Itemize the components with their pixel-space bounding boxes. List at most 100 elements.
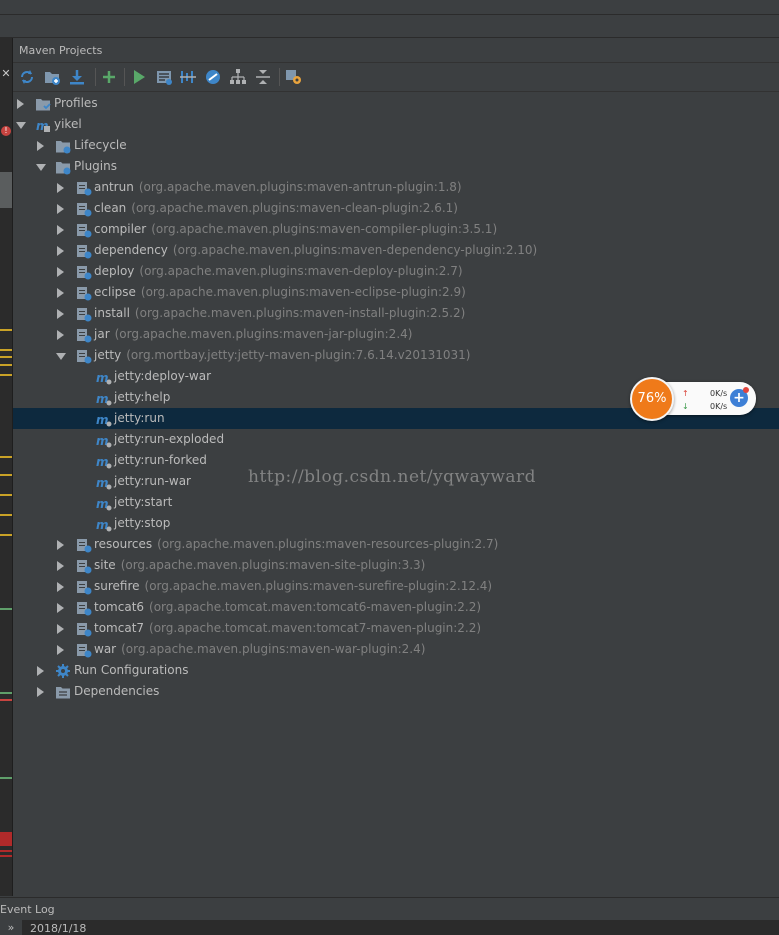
- plugin-node[interactable]: clean (org.apache.maven.plugins:maven-cle…: [13, 198, 779, 219]
- download-arrow-icon: ↓: [682, 402, 689, 411]
- expand-arrow-icon[interactable]: [57, 603, 64, 613]
- plugin-icon: [76, 621, 92, 637]
- tree-node-dependencies[interactable]: Dependencies: [13, 681, 779, 702]
- expand-button[interactable]: »: [0, 920, 22, 935]
- plugin-node[interactable]: eclipse (org.apache.maven.plugins:maven-e…: [13, 282, 779, 303]
- reimport-icon[interactable]: [18, 68, 36, 86]
- collapse-all-icon[interactable]: [254, 68, 272, 86]
- upload-speed: 0K/s: [710, 389, 728, 398]
- skip-tests-icon[interactable]: [204, 68, 222, 86]
- plugin-node-jetty[interactable]: jetty (org.mortbay.jetty:jetty-maven-plug…: [13, 345, 779, 366]
- network-speed-widget[interactable]: 76% ↑ 0K/s ↓ 0K/s +: [630, 377, 756, 421]
- close-icon[interactable]: ✕: [0, 67, 12, 81]
- maven-project-tree: Profiles m yikel Lifecycle Plugins antru…: [13, 93, 779, 896]
- expand-arrow-icon[interactable]: [57, 330, 64, 340]
- plugin-coordinates: (org.apache.maven.plugins:maven-site-plu…: [120, 558, 426, 572]
- event-log-title: Event Log: [0, 903, 55, 916]
- tree-node-plugins[interactable]: Plugins: [13, 156, 779, 177]
- execute-goal-icon[interactable]: [155, 68, 173, 86]
- svg-text:m: m: [96, 518, 109, 532]
- event-log-header[interactable]: Event Log: [0, 897, 779, 920]
- tree-node-run-configurations[interactable]: Run Configurations: [13, 660, 779, 681]
- collapse-arrow-icon[interactable]: [16, 122, 26, 129]
- error-icon: !: [1, 126, 11, 136]
- plugin-icon: [76, 348, 92, 364]
- goal-node[interactable]: m jetty:stop: [13, 513, 779, 534]
- collapse-arrow-icon[interactable]: [36, 164, 46, 171]
- tree-node-lifecycle[interactable]: Lifecycle: [13, 135, 779, 156]
- collapse-arrow-icon[interactable]: [56, 353, 66, 360]
- expand-arrow-icon[interactable]: [57, 540, 64, 550]
- expand-arrow-icon[interactable]: [57, 624, 64, 634]
- plugin-node[interactable]: antrun (org.apache.maven.plugins:maven-an…: [13, 177, 779, 198]
- goal-label: jetty:start: [114, 495, 173, 509]
- maven-projects-header: Maven Projects: [13, 38, 779, 63]
- plugin-node[interactable]: tomcat7 (org.apache.tomcat.maven:tomcat7-…: [13, 618, 779, 639]
- expand-arrow-icon[interactable]: [37, 141, 44, 151]
- plugin-node[interactable]: jar (org.apache.maven.plugins:maven-jar-p…: [13, 324, 779, 345]
- plugin-coordinates: (org.apache.tomcat.maven:tomcat7-maven-p…: [149, 621, 482, 635]
- gutter-marker: [0, 699, 12, 701]
- plugin-node[interactable]: resources (org.apache.maven.plugins:maven…: [13, 534, 779, 555]
- toggle-offline-icon[interactable]: [179, 68, 197, 86]
- gutter-marker: [0, 608, 12, 610]
- expand-arrow-icon[interactable]: [57, 645, 64, 655]
- gutter-marker: [0, 456, 12, 458]
- plugin-icon: [76, 327, 92, 343]
- plugin-name: site: [94, 558, 116, 572]
- plugin-node[interactable]: war (org.apache.maven.plugins:maven-war-p…: [13, 639, 779, 660]
- expand-arrow-icon[interactable]: [37, 666, 44, 676]
- lifecycle-folder-icon: [55, 138, 71, 154]
- gutter-marker: [0, 474, 12, 476]
- plugin-coordinates: (org.apache.maven.plugins:maven-surefire…: [144, 579, 493, 593]
- plugin-node[interactable]: tomcat6 (org.apache.tomcat.maven:tomcat6-…: [13, 597, 779, 618]
- gutter-scroll-thumb[interactable]: [0, 172, 12, 208]
- expand-arrow-icon[interactable]: [57, 204, 64, 214]
- expand-arrow-icon[interactable]: [37, 687, 44, 697]
- plugin-name: install: [94, 306, 130, 320]
- tree-node-project[interactable]: m yikel: [13, 114, 779, 135]
- svg-text:m: m: [96, 476, 109, 490]
- plugin-node[interactable]: install (org.apache.maven.plugins:maven-i…: [13, 303, 779, 324]
- goal-node[interactable]: m jetty:run-exploded: [13, 429, 779, 450]
- plugin-icon: [76, 285, 92, 301]
- expand-arrow-icon[interactable]: [57, 288, 64, 298]
- plugin-coordinates: (org.mortbay.jetty:jetty-maven-plugin:7.…: [126, 348, 471, 362]
- maven-goal-icon: m: [96, 516, 112, 532]
- expand-arrow-icon[interactable]: [57, 267, 64, 277]
- expand-arrow-icon[interactable]: [57, 225, 64, 235]
- add-icon[interactable]: [100, 68, 118, 86]
- goal-node[interactable]: m jetty:start: [13, 492, 779, 513]
- run-icon[interactable]: [130, 68, 148, 86]
- expand-arrow-icon[interactable]: [17, 99, 24, 109]
- maven-goal-icon: m: [96, 369, 112, 385]
- svg-text:m: m: [96, 455, 109, 469]
- gutter-marker: [0, 514, 12, 516]
- plugin-node[interactable]: deploy (org.apache.maven.plugins:maven-de…: [13, 261, 779, 282]
- tree-label: Lifecycle: [74, 138, 127, 152]
- plugin-name: compiler: [94, 222, 147, 236]
- plugin-node[interactable]: site (org.apache.maven.plugins:maven-site…: [13, 555, 779, 576]
- svg-text:m: m: [96, 392, 109, 406]
- expand-arrow-icon[interactable]: [57, 183, 64, 193]
- expand-arrow-icon[interactable]: [57, 246, 64, 256]
- plugin-node[interactable]: dependency (org.apache.maven.plugins:mave…: [13, 240, 779, 261]
- plugin-icon: [76, 264, 92, 280]
- tree-label: Dependencies: [74, 684, 160, 698]
- add-maven-projects-icon[interactable]: [43, 68, 61, 86]
- tree-node-profiles[interactable]: Profiles: [13, 93, 779, 114]
- plugin-node[interactable]: surefire (org.apache.maven.plugins:maven-…: [13, 576, 779, 597]
- goal-label: jetty:run-forked: [114, 453, 207, 467]
- gutter-marker: [0, 364, 12, 366]
- memory-usage-circle[interactable]: 76%: [630, 377, 674, 421]
- settings-icon[interactable]: [285, 68, 303, 86]
- goal-label: jetty:stop: [114, 516, 171, 530]
- expand-arrow-icon[interactable]: [57, 309, 64, 319]
- upload-arrow-icon: ↑: [682, 389, 689, 398]
- expand-arrow-icon[interactable]: [57, 582, 64, 592]
- expand-arrow-icon[interactable]: [57, 561, 64, 571]
- plugin-node[interactable]: compiler (org.apache.maven.plugins:maven-…: [13, 219, 779, 240]
- download-sources-icon[interactable]: [68, 68, 86, 86]
- show-dependencies-icon[interactable]: [229, 68, 247, 86]
- plugin-name: dependency: [94, 243, 168, 257]
